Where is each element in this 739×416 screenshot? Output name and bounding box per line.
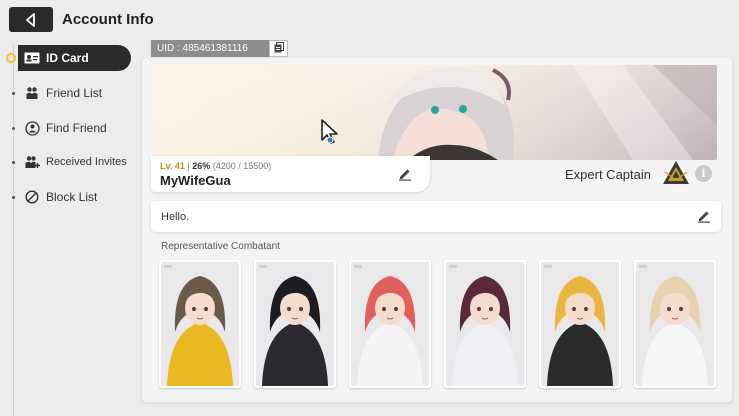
combatant-portrait-image — [446, 262, 524, 386]
invites-icon — [24, 154, 40, 170]
find-friend-icon — [24, 120, 40, 136]
combatant-portrait-card[interactable] — [254, 260, 336, 388]
sidebar-item-label: Friend List — [46, 86, 103, 100]
id-card-icon — [24, 50, 40, 66]
sidebar-item-label: ID Card — [46, 51, 89, 65]
nav-dot — [12, 160, 15, 164]
sidebar-item-friend-list[interactable]: Friend List — [12, 80, 131, 106]
pencil-icon — [398, 168, 412, 185]
combatant-portrait-card[interactable] — [539, 260, 621, 388]
back-arrow-icon — [24, 12, 38, 27]
block-icon — [24, 189, 40, 205]
combatant-portrait-image — [351, 262, 429, 386]
friends-icon — [24, 85, 40, 101]
edit-nickname-button[interactable] — [398, 167, 412, 181]
combatant-portrait-image — [636, 262, 714, 386]
copy-icon — [274, 40, 284, 58]
exp-percent: 26% — [192, 161, 211, 171]
sidebar-item-received-invites[interactable]: Received Invites — [12, 149, 131, 175]
sidebar-item-find-friend[interactable]: Find Friend — [12, 115, 131, 141]
sidebar-item-label: Received Invites — [46, 156, 127, 168]
mouse-cursor-icon — [320, 118, 342, 151]
combatant-portrait-card[interactable] — [634, 260, 716, 388]
copy-uid-button[interactable] — [269, 40, 288, 57]
profile-banner-image[interactable] — [153, 65, 717, 160]
greeting-text: Hello. — [161, 211, 190, 223]
level-info: Lv. 41 | 26% (4200 / 15500) — [160, 161, 271, 171]
combatant-portrait-image — [161, 262, 239, 386]
page-title: Account Info — [62, 11, 154, 28]
exp-detail: (4200 / 15500) — [212, 161, 272, 171]
edit-greeting-button[interactable] — [697, 209, 711, 223]
pencil-icon — [697, 210, 711, 227]
section-label-combatants: Representative Combatant — [161, 241, 280, 252]
nav-dot — [12, 195, 15, 199]
sidebar-item-id-card[interactable]: ID Card — [6, 45, 131, 71]
info-button[interactable]: i — [695, 165, 712, 182]
back-button[interactable] — [9, 7, 53, 32]
combatant-portrait-card[interactable] — [349, 260, 431, 388]
nav-dot — [12, 91, 15, 95]
combatant-portrait-card[interactable] — [444, 260, 526, 388]
sidebar-item-block-list[interactable]: Block List — [12, 184, 131, 210]
combatant-portrait-card[interactable] — [159, 260, 241, 388]
combatant-portrait-image — [256, 262, 334, 386]
rank-emblem-icon — [662, 160, 690, 186]
sidebar-item-label: Block List — [46, 190, 98, 204]
greeting-box: Hello. — [151, 201, 721, 232]
nickname: MyWifeGua — [160, 173, 231, 188]
combatant-portrait-image — [541, 262, 619, 386]
active-indicator — [6, 53, 16, 63]
rank-title: Expert Captain — [565, 167, 651, 182]
sidebar-divider — [13, 45, 14, 416]
profile-name-card: Lv. 41 | 26% (4200 / 15500) MyWifeGua — [151, 156, 430, 192]
level-label: Lv. 41 — [160, 161, 185, 171]
info-icon: i — [701, 167, 706, 180]
uid-label: UID : 485461381116 — [151, 40, 269, 57]
sidebar-item-label: Find Friend — [46, 121, 107, 135]
nav-dot — [12, 126, 15, 130]
